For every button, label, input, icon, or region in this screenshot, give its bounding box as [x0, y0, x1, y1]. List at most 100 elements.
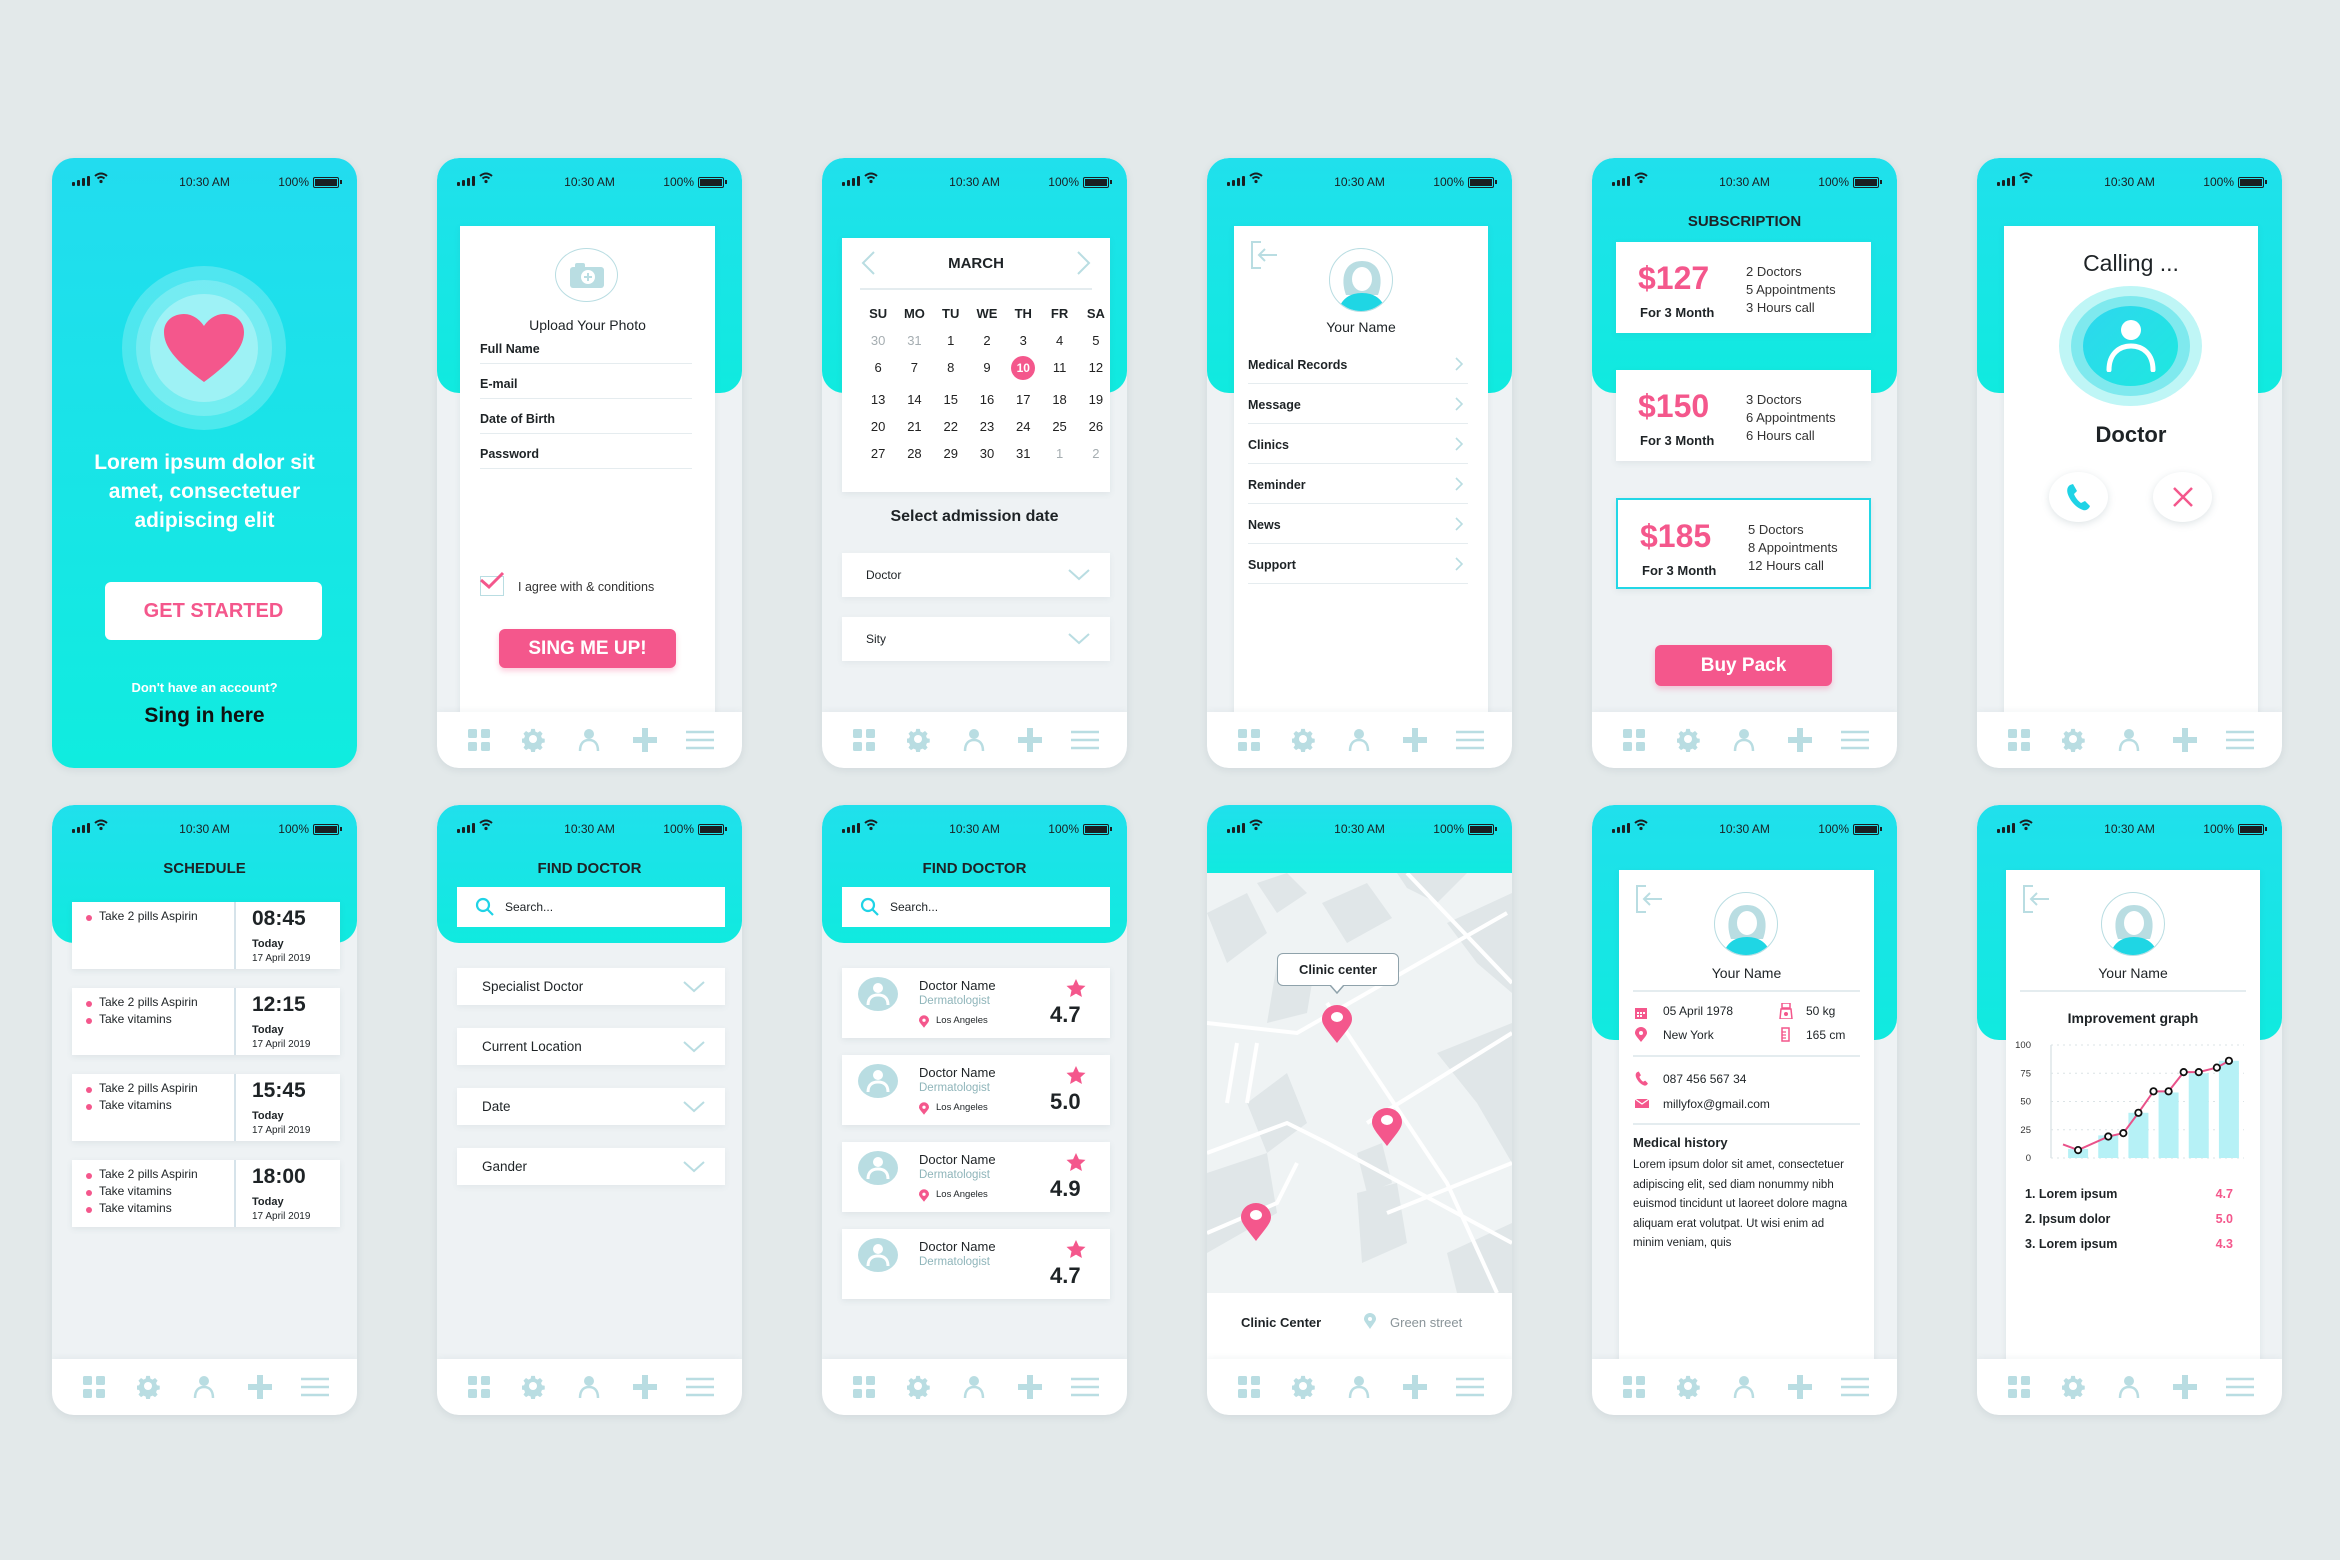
nav-plus-button[interactable] — [1785, 725, 1815, 755]
nav-gear-button[interactable] — [1674, 1372, 1704, 1402]
calendar-day[interactable]: 12 — [1078, 360, 1114, 380]
nav-user-button[interactable] — [189, 1372, 219, 1402]
nav-gear-button[interactable] — [2059, 1372, 2089, 1402]
calendar-day[interactable]: 7 — [896, 360, 932, 380]
calendar-day[interactable]: 9 — [969, 360, 1005, 380]
nav-gear-button[interactable] — [1289, 1372, 1319, 1402]
map-pin[interactable] — [1372, 1108, 1402, 1151]
calendar-day[interactable]: 25 — [1041, 419, 1077, 434]
schedule-item[interactable]: Take 2 pills Aspirin Take vitamins 15:45 To… — [72, 1074, 340, 1141]
calendar-day[interactable]: 1 — [933, 333, 969, 348]
upload-photo-button[interactable] — [555, 248, 618, 302]
nav-plus-button[interactable] — [1400, 725, 1430, 755]
filter-specialist-doctor[interactable]: Specialist Doctor — [457, 968, 725, 1005]
doctor-card[interactable]: Doctor Name Dermatologist Los Angeles 5.0 — [842, 1055, 1110, 1125]
doctor-card[interactable]: Doctor Name Dermatologist Los Angeles 4.7 — [842, 968, 1110, 1038]
nav-gear-button[interactable] — [1674, 725, 1704, 755]
sign-me-up-button[interactable]: SING ME UP! — [499, 629, 676, 668]
nav-user-button[interactable] — [959, 1372, 989, 1402]
nav-user-button[interactable] — [1344, 1372, 1374, 1402]
nav-menu-button[interactable] — [1455, 1372, 1485, 1402]
doctor-card[interactable]: Doctor Name Dermatologist 4.7 — [842, 1229, 1110, 1299]
nav-user-button[interactable] — [2114, 725, 2144, 755]
nav-menu-button[interactable] — [685, 1372, 715, 1402]
nav-grid-button[interactable] — [849, 725, 879, 755]
nav-menu-button[interactable] — [1070, 725, 1100, 755]
menu-item-medical-records[interactable]: Medical Records — [1248, 348, 1468, 384]
map-pin[interactable] — [1322, 1005, 1352, 1048]
nav-plus-button[interactable] — [2170, 725, 2200, 755]
calendar-day[interactable]: 3 — [1005, 333, 1041, 348]
nav-grid-button[interactable] — [464, 1372, 494, 1402]
calendar-day[interactable]: 5 — [1078, 333, 1114, 348]
calendar-day[interactable]: 31 — [1005, 446, 1041, 461]
calendar-day[interactable]: 1 — [1041, 446, 1077, 461]
calendar-day[interactable]: 30 — [969, 446, 1005, 461]
nav-gear-button[interactable] — [134, 1372, 164, 1402]
nav-plus-button[interactable] — [630, 725, 660, 755]
menu-item-news[interactable]: News — [1248, 508, 1468, 544]
filter-date[interactable]: Date — [457, 1088, 725, 1125]
calendar-day[interactable]: 22 — [933, 419, 969, 434]
nav-grid-button[interactable] — [1619, 725, 1649, 755]
calendar-day[interactable]: 17 — [1005, 392, 1041, 407]
nav-gear-button[interactable] — [904, 725, 934, 755]
nav-gear-button[interactable] — [519, 1372, 549, 1402]
filter-gander[interactable]: Gander — [457, 1148, 725, 1185]
calendar-day[interactable]: 4 — [1041, 333, 1077, 348]
calendar-day[interactable]: 16 — [969, 392, 1005, 407]
search-input[interactable]: Search... — [457, 887, 725, 927]
nav-user-button[interactable] — [2114, 1372, 2144, 1402]
calendar-day[interactable]: 18 — [1041, 392, 1077, 407]
nav-plus-button[interactable] — [1400, 1372, 1430, 1402]
nav-plus-button[interactable] — [1785, 1372, 1815, 1402]
calendar-day[interactable]: 8 — [933, 360, 969, 380]
nav-menu-button[interactable] — [300, 1372, 330, 1402]
nav-grid-button[interactable] — [464, 725, 494, 755]
calendar-day[interactable]: 20 — [860, 419, 896, 434]
nav-user-button[interactable] — [1344, 725, 1374, 755]
plan-card[interactable]: $150 For 3 Month 3 Doctors 6 Appointments 6 … — [1616, 370, 1871, 461]
nav-user-button[interactable] — [574, 725, 604, 755]
next-month-button[interactable] — [1076, 250, 1092, 276]
nav-plus-button[interactable] — [630, 1372, 660, 1402]
calendar-day[interactable]: 29 — [933, 446, 969, 461]
calendar-day[interactable]: 19 — [1078, 392, 1114, 407]
calendar-day[interactable]: 11 — [1041, 360, 1077, 380]
nav-plus-button[interactable] — [1015, 1372, 1045, 1402]
agree-checkbox[interactable] — [480, 571, 505, 596]
sign-in-link[interactable]: Sing in here — [52, 704, 357, 728]
map-pin[interactable] — [1241, 1203, 1271, 1246]
signup-field[interactable]: Password — [480, 437, 692, 469]
calendar-day[interactable]: 14 — [896, 392, 932, 407]
nav-grid-button[interactable] — [849, 1372, 879, 1402]
calendar-day[interactable]: 21 — [896, 419, 932, 434]
menu-item-reminder[interactable]: Reminder — [1248, 468, 1468, 504]
menu-item-clinics[interactable]: Clinics — [1248, 428, 1468, 464]
get-started-button[interactable]: GET STARTED — [105, 582, 322, 640]
schedule-item[interactable]: Take 2 pills Aspirin 08:45 Today 17 April 2… — [72, 902, 340, 969]
logout-icon[interactable] — [2021, 884, 2051, 914]
dropdown-doctor[interactable]: Doctor — [842, 553, 1110, 597]
menu-item-support[interactable]: Support — [1248, 548, 1468, 584]
nav-plus-button[interactable] — [245, 1372, 275, 1402]
doctor-card[interactable]: Doctor Name Dermatologist Los Angeles 4.9 — [842, 1142, 1110, 1212]
nav-grid-button[interactable] — [79, 1372, 109, 1402]
calendar-day[interactable]: 26 — [1078, 419, 1114, 434]
nav-user-button[interactable] — [574, 1372, 604, 1402]
nav-gear-button[interactable] — [519, 725, 549, 755]
nav-menu-button[interactable] — [1840, 725, 1870, 755]
calendar-day[interactable]: 27 — [860, 446, 896, 461]
accept-call-button[interactable] — [2049, 472, 2108, 522]
signup-field[interactable]: Date of Birth — [480, 402, 692, 434]
nav-grid-button[interactable] — [2004, 725, 2034, 755]
logout-icon[interactable] — [1249, 240, 1279, 270]
nav-user-button[interactable] — [1729, 1372, 1759, 1402]
nav-grid-button[interactable] — [1234, 725, 1264, 755]
nav-plus-button[interactable] — [1015, 725, 1045, 755]
plan-card[interactable]: $185 For 3 Month 5 Doctors 8 Appointments 12… — [1616, 498, 1871, 589]
calendar-day[interactable]: 23 — [969, 419, 1005, 434]
calendar-day-selected[interactable]: 10 — [1011, 356, 1036, 380]
nav-menu-button[interactable] — [1840, 1372, 1870, 1402]
filter-current-location[interactable]: Current Location — [457, 1028, 725, 1065]
